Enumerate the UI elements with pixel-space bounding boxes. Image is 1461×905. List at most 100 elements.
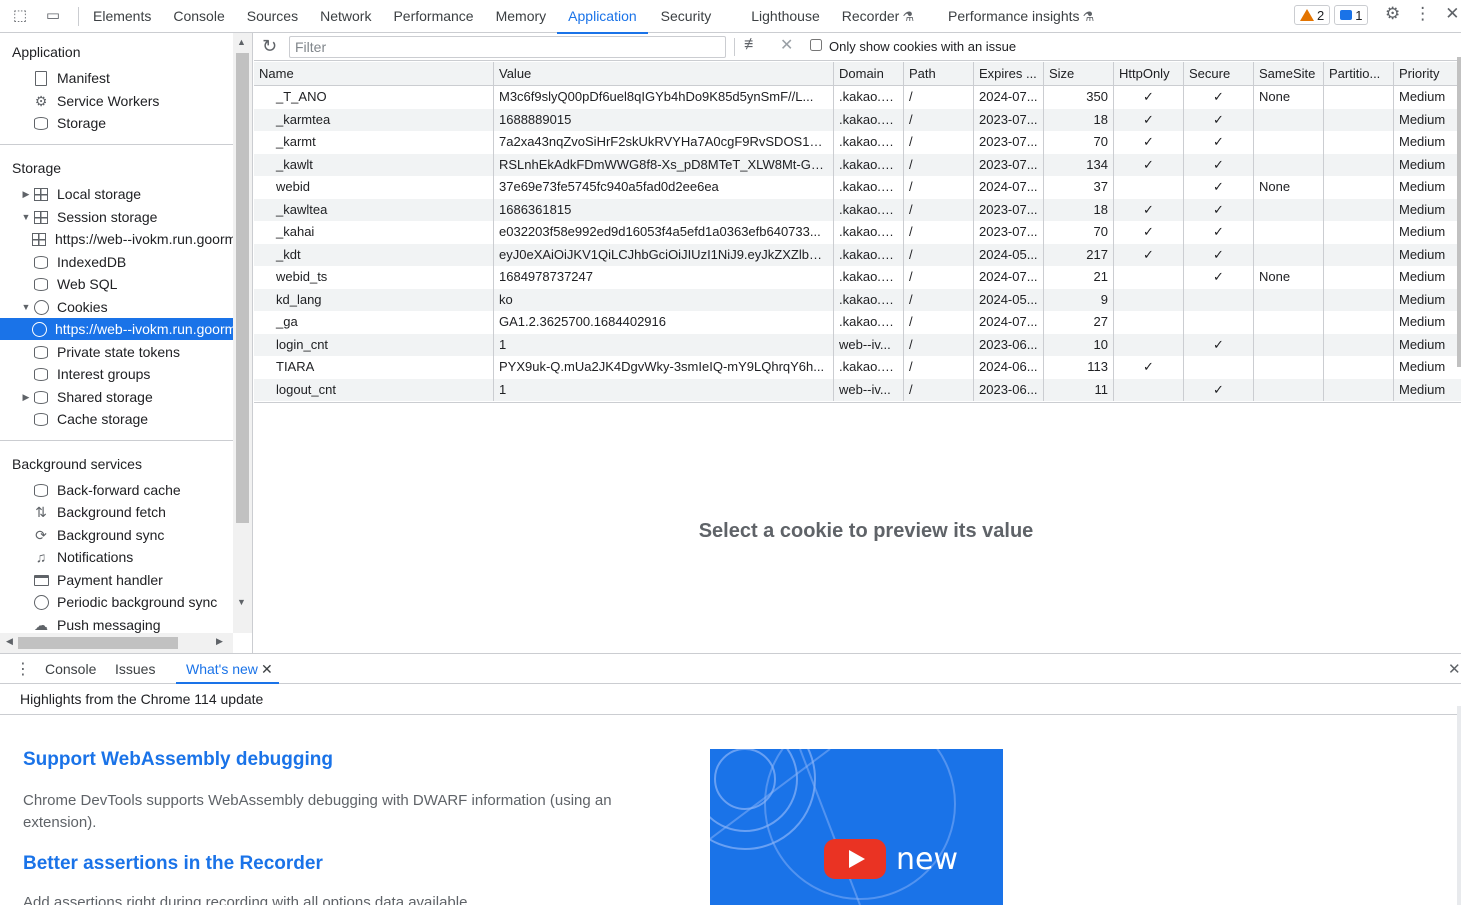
table-row[interactable]: login_cnt 1 web--iv.../2023-06... 10 ✓ Medium	[254, 333, 1461, 356]
sidebar-item-payment-handler[interactable]: Payment handler	[0, 569, 233, 591]
inspect-element-icon[interactable]: ⬚	[10, 6, 30, 26]
sidebar-item-periodic-background-sync[interactable]: Periodic background sync	[0, 591, 233, 613]
column-header-name[interactable]: Name	[254, 62, 494, 85]
sidebar-item-web-sql[interactable]: Web SQL	[0, 273, 233, 295]
play-button-icon[interactable]	[824, 839, 886, 879]
refresh-icon[interactable]: ↻	[262, 36, 277, 57]
column-header-priority[interactable]: Priority	[1394, 62, 1461, 85]
table-row[interactable]: _kdt eyJ0eXAiOiJKV1QiLCJhbGciOiJIUzI1NiJ9…	[254, 243, 1461, 266]
warnings-badge[interactable]: 2	[1294, 5, 1331, 25]
scrollbar-thumb[interactable]	[236, 53, 249, 523]
tab-recorder-label: Recorder	[841, 8, 900, 24]
tab-console[interactable]: Console	[162, 0, 235, 33]
column-header-domain[interactable]: Domain	[834, 62, 904, 85]
tab-performance-insights[interactable]: Performance insights ⚗	[937, 0, 1105, 33]
sidebar-item-private-state-tokens[interactable]: Private state tokens	[0, 341, 233, 363]
device-toolbar-icon[interactable]: ▭	[43, 6, 63, 26]
sidebar-item-notifications[interactable]: ♫ Notifications	[0, 546, 233, 568]
drawer-tab-whats-new[interactable]: What's new	[186, 654, 258, 685]
clear-all-cookies-icon[interactable]: ≢	[744, 36, 760, 54]
sidebar-item-background-sync[interactable]: ⟳ Background sync	[0, 524, 233, 546]
column-header-value[interactable]: Value	[494, 62, 834, 85]
tab-security[interactable]: Security	[650, 0, 723, 33]
tab-memory[interactable]: Memory	[485, 0, 558, 33]
close-drawer-icon[interactable]: ✕	[1448, 654, 1461, 685]
column-header-path[interactable]: Path	[904, 62, 974, 85]
cell-domain: .kakao.c...	[834, 131, 904, 154]
sidebar-horizontal-scrollbar[interactable]: ◀ ▶	[0, 633, 233, 653]
sidebar-item-local-storage[interactable]: ▶ Local storage	[0, 183, 233, 205]
tab-performance[interactable]: Performance	[382, 0, 484, 33]
only-issues-checkbox[interactable]	[810, 39, 822, 51]
sidebar-item-cookies[interactable]: ▼ Cookies	[0, 296, 233, 318]
collapse-arrow-icon[interactable]: ▼	[19, 302, 33, 312]
tab-sources[interactable]: Sources	[236, 0, 309, 33]
sidebar-item-push-messaging[interactable]: ☁ Push messaging	[0, 614, 233, 633]
sidebar-vertical-scrollbar[interactable]: ▲ ▼	[233, 33, 252, 633]
sidebar-item-session-storage[interactable]: ▼ Session storage	[0, 206, 233, 228]
table-row[interactable]: _karmtea 1688889015 .kakao.c.../2023-07...…	[254, 108, 1461, 131]
sidebar-item-background-fetch[interactable]: ⇅ Background fetch	[0, 501, 233, 523]
expand-arrow-icon[interactable]: ▶	[19, 189, 33, 200]
scroll-up-arrow-icon[interactable]: ▲	[237, 37, 246, 47]
sidebar-item-interest-groups[interactable]: Interest groups	[0, 363, 233, 385]
table-row[interactable]: logout_cnt 1 web--iv.../2023-06... 11 ✓ Mediu…	[254, 378, 1461, 401]
only-issues-label[interactable]: Only show cookies with an issue	[829, 39, 1016, 54]
table-scrollbar[interactable]	[1457, 57, 1461, 367]
column-header-partition-key[interactable]: Partitio...	[1324, 62, 1394, 85]
table-row[interactable]: webid_ts 1684978737247 .kakao.c.../2024-07…	[254, 266, 1461, 289]
cell-value: 1686361815	[494, 198, 834, 221]
scroll-right-arrow-icon[interactable]: ▶	[216, 636, 223, 647]
table-row[interactable]: _ga GA1.2.3625700.1684402916 .kakao.c.../2…	[254, 311, 1461, 334]
table-row[interactable]: kd_lang ko .kakao.c.../2024-05... 9 Medium	[254, 288, 1461, 311]
column-header-httponly[interactable]: HttpOnly	[1114, 62, 1184, 85]
drawer-scrollbar[interactable]	[1457, 706, 1461, 905]
scroll-down-arrow-icon[interactable]: ▼	[237, 597, 246, 607]
tab-lighthouse[interactable]: Lighthouse	[740, 0, 831, 33]
sidebar-item-service-workers[interactable]: ⚙ Service Workers	[0, 90, 233, 112]
cell-domain: .kakao.c...	[834, 108, 904, 131]
scroll-left-arrow-icon[interactable]: ◀	[6, 636, 13, 647]
video-thumbnail[interactable]: new	[710, 749, 1003, 905]
filter-input[interactable]	[289, 36, 726, 58]
sidebar-item-cache-storage[interactable]: Cache storage	[0, 408, 233, 430]
close-tab-icon[interactable]: ✕	[261, 654, 273, 685]
sidebar-item-indexeddb[interactable]: IndexedDB	[0, 251, 233, 273]
sidebar-item-session-origin[interactable]: https://web--ivokm.run.goorm.site	[0, 228, 233, 250]
close-devtools-icon[interactable]: ✕	[1445, 4, 1459, 24]
table-row[interactable]: _T_ANO M3c6f9slyQ00pDf6uel8qIGYb4hDo9K85d…	[254, 86, 1461, 109]
expand-arrow-icon[interactable]: ▶	[19, 392, 33, 403]
column-header-secure[interactable]: Secure	[1184, 62, 1254, 85]
cell-secure: ✓	[1184, 86, 1254, 109]
tab-network[interactable]: Network	[309, 0, 382, 33]
column-header-size[interactable]: Size	[1044, 62, 1114, 85]
messages-badge[interactable]: 1	[1334, 5, 1369, 25]
table-row[interactable]: TIARA PYX9uk-Q.mUa2JK4DgvWky-3smIeIQ-mY9L…	[254, 356, 1461, 379]
delete-selected-icon[interactable]: ✕	[780, 35, 793, 55]
table-row[interactable]: _karmt 7a2xa43nqZvoSiHrF2skUkRVYHa7A0cgF9…	[254, 131, 1461, 154]
collapse-arrow-icon[interactable]: ▼	[19, 212, 33, 222]
drawer-tab-console[interactable]: Console	[45, 654, 96, 685]
sidebar-item-back-forward-cache[interactable]: Back-forward cache	[0, 479, 233, 501]
table-row[interactable]: _kawlt RSLnhEkAdkFDmWWG8f8-Xs_pD8MTeT_XLW…	[254, 153, 1461, 176]
settings-gear-icon[interactable]: ⚙	[1385, 4, 1400, 24]
tab-application[interactable]: Application	[557, 0, 648, 34]
column-header-samesite[interactable]: SameSite	[1254, 62, 1324, 85]
tab-recorder[interactable]: Recorder ⚗	[831, 0, 925, 33]
cell-domain: .kakao.c...	[834, 356, 904, 379]
tab-elements[interactable]: Elements	[82, 0, 162, 33]
drawer-tab-issues[interactable]: Issues	[115, 654, 155, 685]
column-header-expires[interactable]: Expires ...	[974, 62, 1044, 85]
drawer-menu-icon[interactable]: ⋮	[15, 659, 31, 679]
sidebar-item-storage[interactable]: Storage	[0, 112, 233, 134]
table-row[interactable]: _kawltea 1686361815 .kakao.c.../2023-07...…	[254, 198, 1461, 221]
table-row[interactable]: webid 37e69e73fe5745fc940a5fad0d2ee6ea .ka…	[254, 176, 1461, 199]
sidebar-item-shared-storage[interactable]: ▶ Shared storage	[0, 386, 233, 408]
table-row[interactable]: _kahai e032203f58e992ed9d16053f4a5efd1a03…	[254, 221, 1461, 244]
sidebar-item-manifest[interactable]: Manifest	[0, 67, 233, 89]
feature-title-link[interactable]: Support WebAssembly debugging	[23, 749, 333, 771]
sidebar-item-cookies-origin[interactable]: https://web--ivokm.run.goorm.site	[0, 318, 233, 340]
feature-title-link[interactable]: Better assertions in the Recorder	[23, 853, 323, 875]
more-options-icon[interactable]: ⋮	[1414, 4, 1431, 24]
scrollbar-thumb[interactable]	[18, 637, 178, 649]
